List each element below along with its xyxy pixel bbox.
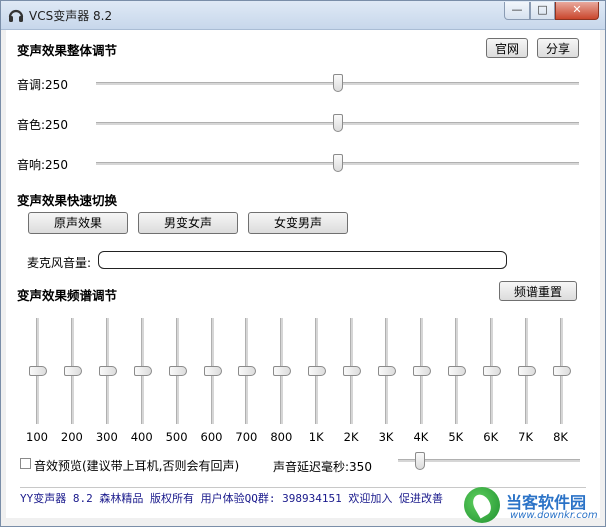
eq-band-label: 200 <box>60 430 83 444</box>
delay-label: 声音延迟毫秒:350 <box>273 460 372 474</box>
eq-band-label: 800 <box>270 430 293 444</box>
timbre-slider-thumb[interactable] <box>332 114 343 132</box>
eq-band-thumb-8k[interactable] <box>552 366 571 376</box>
eq-band-label: 100 <box>26 430 48 444</box>
watermark: 当客软件园 www.downkr.com <box>464 487 604 525</box>
eq-section-title: 变声效果频谱调节 <box>17 288 118 303</box>
pitch-label: 音调:250 <box>17 78 68 92</box>
eq-band-thumb-4k[interactable] <box>412 366 431 376</box>
minimize-icon: — <box>511 3 523 16</box>
close-icon: ✕ <box>572 3 582 16</box>
mic-volume-meter <box>98 251 507 269</box>
eq-band-label: 1K <box>308 430 324 444</box>
eq-band-thumb-2k[interactable] <box>343 366 362 376</box>
eq-band-label: 5K <box>448 430 464 444</box>
eq-band-label: 2K <box>343 430 359 444</box>
minimize-button[interactable]: — <box>504 2 530 20</box>
mic-volume-label: 麦克风音量: <box>27 256 92 270</box>
eq-band-thumb-1k[interactable] <box>308 366 327 376</box>
eq-band-label: 4K <box>413 430 429 444</box>
preview-checkbox[interactable] <box>20 458 31 469</box>
eq-band-label: 400 <box>130 430 153 444</box>
eq-band-thumb-200[interactable] <box>63 366 82 376</box>
male-to-female-button[interactable]: 男变女声 <box>138 212 238 234</box>
eq-band-thumb-5k[interactable] <box>447 366 466 376</box>
downkr-logo-icon <box>464 487 500 523</box>
official-site-button[interactable]: 官网 <box>486 38 528 58</box>
headphones-icon <box>8 9 24 22</box>
preview-checkbox-label: 音效预览(建议带上耳机,否则会有回声) <box>34 459 240 473</box>
eq-band-thumb-700[interactable] <box>238 366 257 376</box>
share-button[interactable]: 分享 <box>537 38 579 58</box>
watermark-url: www.downkr.com <box>510 510 598 521</box>
eq-band-label: 500 <box>165 430 188 444</box>
original-voice-button[interactable]: 原声效果 <box>28 212 128 234</box>
overall-section-title: 变声效果整体调节 <box>17 43 118 58</box>
eq-band-thumb-6k[interactable] <box>482 366 501 376</box>
eq-band-thumb-300[interactable] <box>98 366 117 376</box>
maximize-button[interactable]: □ <box>530 2 555 20</box>
timbre-label: 音色:250 <box>17 118 68 132</box>
eq-band-thumb-500[interactable] <box>168 366 187 376</box>
eq-band-thumb-100[interactable] <box>29 366 47 376</box>
eq-band-label: 3K <box>378 430 394 444</box>
eq-band-label: 6K <box>483 430 499 444</box>
eq-band-label: 600 <box>200 430 223 444</box>
eq-band-thumb-600[interactable] <box>203 366 222 376</box>
eq-band-thumb-3k[interactable] <box>378 366 396 376</box>
main-panel: 变声效果整体调节 官网 分享 音调:250 音色:250 音响:250 变声效果快速… <box>6 30 600 518</box>
quick-section-title: 变声效果快速切换 <box>17 193 118 208</box>
eq-band-thumb-7k[interactable] <box>517 366 536 376</box>
title-bar[interactable]: VCS变声器 8.2 — □ ✕ <box>1 1 605 30</box>
status-text: YY变声器 8.2 森林精品 版权所有 用户体验QQ群: 398934151 欢… <box>20 492 443 505</box>
female-to-male-button[interactable]: 女变男声 <box>248 212 348 234</box>
maximize-icon: □ <box>537 3 548 16</box>
eq-band-thumb-400[interactable] <box>133 366 152 376</box>
app-window: VCS变声器 8.2 — □ ✕ 变声效果整体调节 官网 分享 音调:250 音色… <box>0 0 606 527</box>
reverb-label: 音响:250 <box>17 158 68 172</box>
eq-band-label: 8K <box>553 430 568 444</box>
reverb-slider-thumb[interactable] <box>332 154 343 172</box>
window-title: VCS变声器 8.2 <box>29 9 113 23</box>
eq-band-label: 7K <box>518 430 534 444</box>
delay-slider-thumb[interactable] <box>415 452 426 470</box>
pitch-slider-thumb[interactable] <box>332 74 343 92</box>
eq-band-label: 300 <box>95 430 118 444</box>
eq-band-thumb-800[interactable] <box>273 366 292 376</box>
eq-band-label: 700 <box>235 430 258 444</box>
delay-slider-track[interactable] <box>398 459 580 462</box>
close-button[interactable]: ✕ <box>555 2 599 20</box>
eq-reset-button[interactable]: 频谱重置 <box>499 281 577 301</box>
